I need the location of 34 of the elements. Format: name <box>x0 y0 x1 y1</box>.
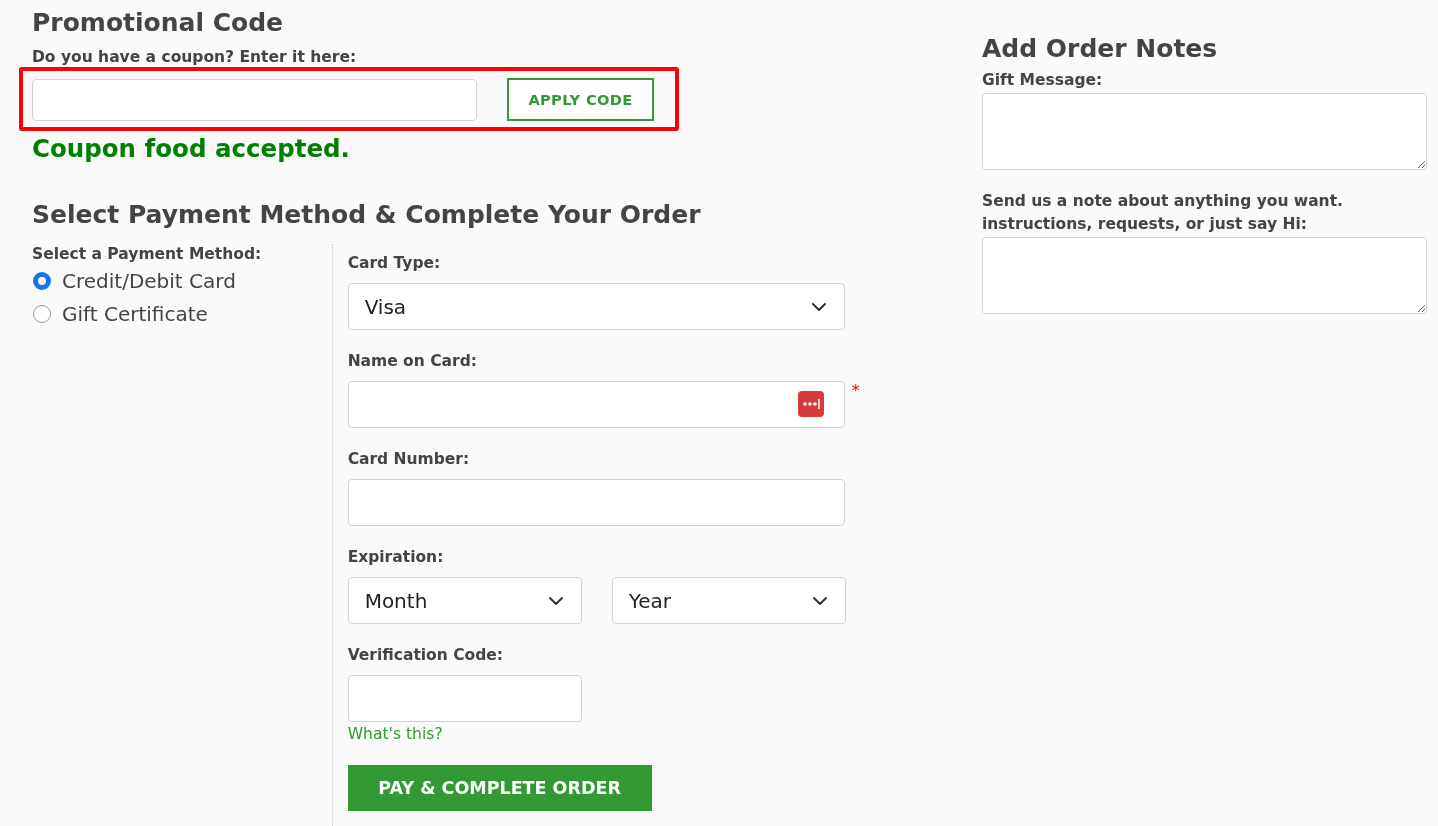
select-field[interactable]: Month <box>347 577 582 624</box>
pay-complete-order-button[interactable]: PAY & COMPLETE ORDER <box>347 765 652 811</box>
select-field[interactable]: Year <box>611 577 846 624</box>
field-label: Verification Code: <box>347 645 504 665</box>
field-label: Gift Message: <box>982 70 1104 91</box>
input-field[interactable] <box>347 479 845 526</box>
radio-button[interactable] <box>33 271 51 290</box>
input-field[interactable] <box>347 381 845 428</box>
radio-button[interactable] <box>33 304 51 323</box>
coupon-prompt: Do you have a coupon? Enter it here: <box>32 47 358 67</box>
success-message: Coupon food accepted. <box>32 134 351 164</box>
chevron-down-icon <box>811 302 826 311</box>
payment-method-label: Select a Payment Method: <box>32 244 263 264</box>
help-link[interactable]: What's this? <box>347 725 443 743</box>
chevron-down-icon <box>548 596 563 605</box>
password-dots-icon[interactable] <box>797 391 824 417</box>
select-field[interactable]: Visa <box>347 283 845 330</box>
textarea-field[interactable] <box>982 237 1427 314</box>
radio-label: Credit/Debit Card <box>62 268 236 293</box>
input-field[interactable] <box>347 675 582 722</box>
apply-code-button[interactable]: APPLY CODE <box>507 78 654 121</box>
radio-label: Gift Certificate <box>62 301 208 326</box>
field-label: Send us a note about anything you want. instructions, requests, or just say Hi: <box>982 191 1344 235</box>
required-mark: * <box>851 381 860 400</box>
field-label: Expiration: <box>347 547 445 567</box>
section-title: Promotional Code <box>32 7 285 39</box>
section-title: Add Order Notes <box>982 33 1219 65</box>
section-title: Select Payment Method & Complete Your Order <box>32 199 702 231</box>
chevron-down-icon <box>812 596 827 605</box>
field-label: Card Type: <box>347 253 442 273</box>
field-label: Card Number: <box>347 449 471 469</box>
field-label: Name on Card: <box>347 351 478 371</box>
textarea-field[interactable] <box>982 93 1427 170</box>
coupon-input-field[interactable] <box>32 78 477 121</box>
